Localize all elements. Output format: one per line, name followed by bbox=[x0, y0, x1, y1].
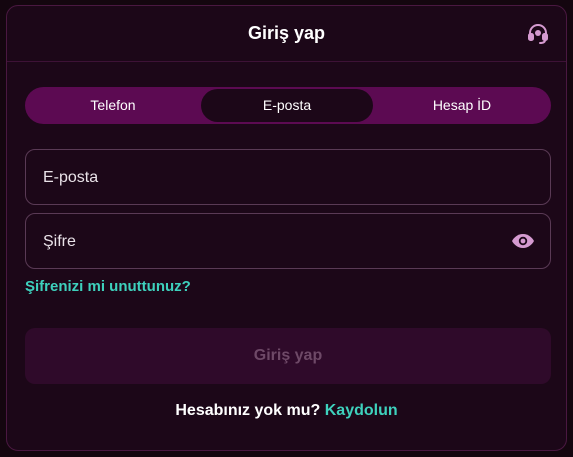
password-field bbox=[25, 213, 551, 270]
signup-row: Hesabınız yok mu? Kaydolun bbox=[7, 402, 566, 420]
email-field bbox=[25, 149, 551, 206]
tab-email[interactable]: E-posta bbox=[201, 89, 373, 122]
forgot-password-link[interactable]: Şifrenizi mi unuttunuz? bbox=[25, 278, 191, 295]
headset-icon[interactable] bbox=[526, 21, 550, 45]
signup-prompt: Hesabınız yok mu? bbox=[175, 402, 321, 419]
dialog-title: Giriş yap bbox=[247, 23, 326, 43]
tab-account-id[interactable]: Hesap İD bbox=[375, 89, 549, 122]
eye-icon[interactable] bbox=[511, 231, 535, 251]
login-dialog: Giriş yap Telefon E-posta Hesap İD Şifre… bbox=[6, 5, 567, 451]
login-button[interactable]: Giriş yap bbox=[25, 328, 551, 384]
password-input[interactable] bbox=[41, 214, 495, 270]
email-input[interactable] bbox=[41, 150, 495, 206]
dialog-header: Giriş yap bbox=[7, 6, 566, 62]
signup-link[interactable]: Kaydolun bbox=[325, 402, 398, 419]
login-method-tabs: Telefon E-posta Hesap İD bbox=[25, 87, 551, 124]
tab-phone[interactable]: Telefon bbox=[27, 89, 199, 122]
